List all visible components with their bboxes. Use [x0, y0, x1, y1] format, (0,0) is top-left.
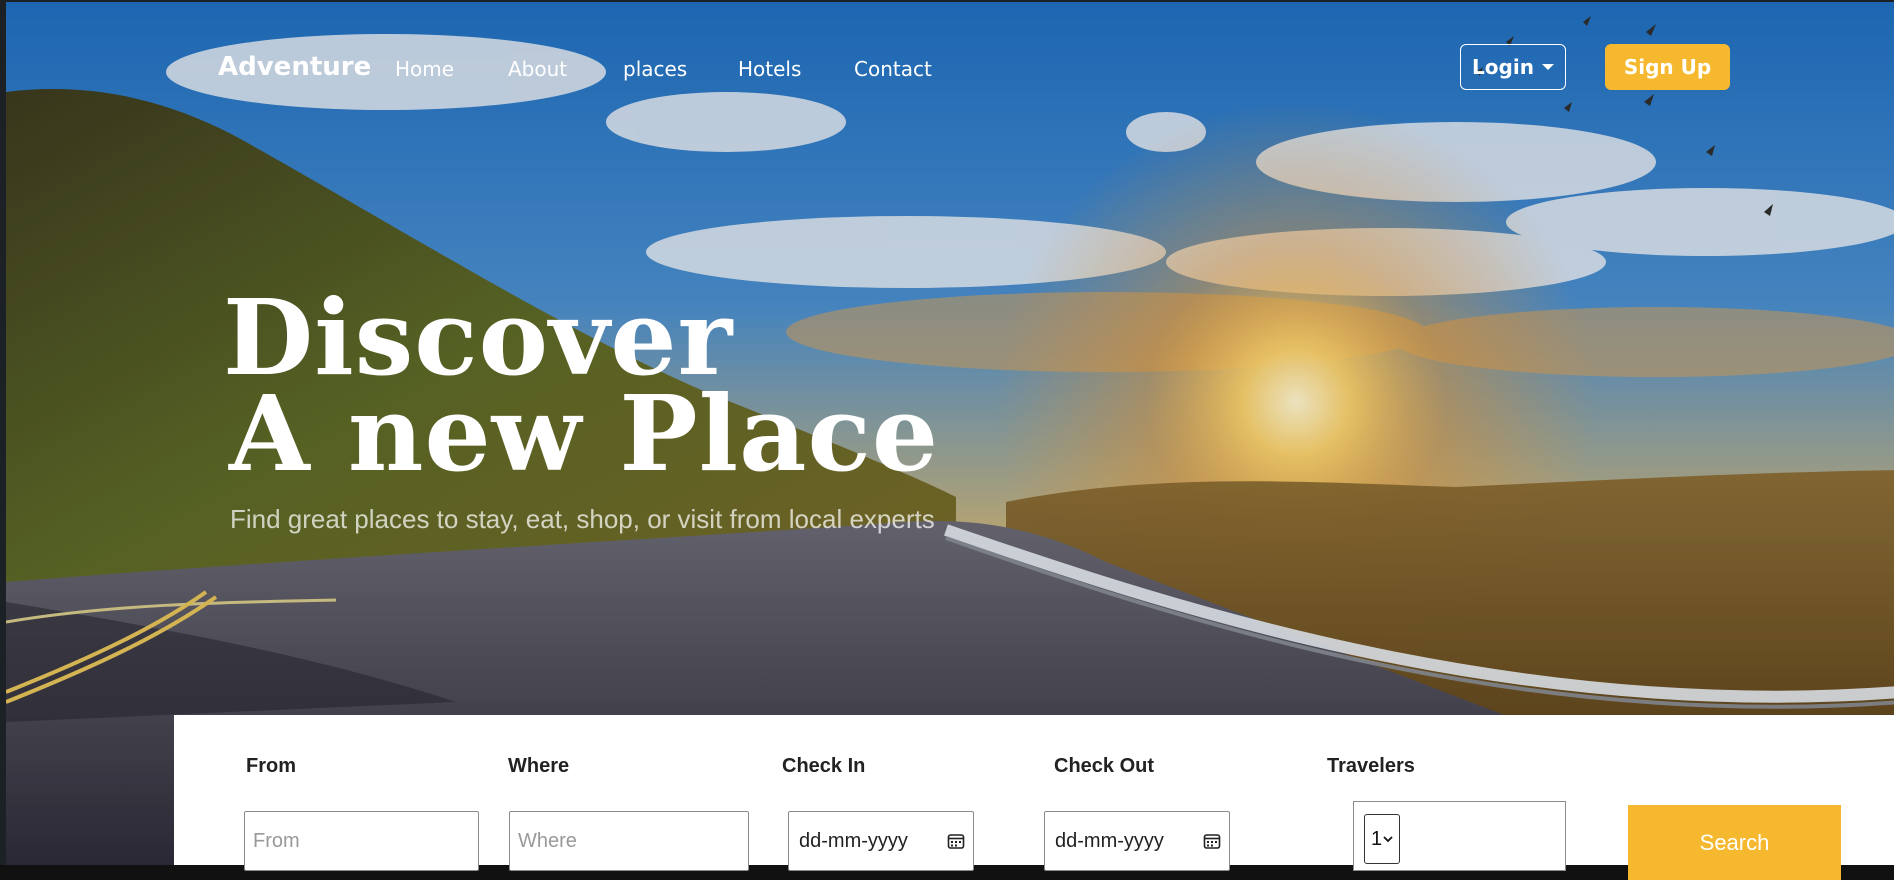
travelers-label: Travelers — [1327, 755, 1415, 777]
nav-home-link[interactable]: Home — [395, 57, 454, 81]
travelers-value: 1 — [1370, 827, 1383, 850]
search-button[interactable]: Search — [1628, 805, 1841, 880]
signup-button[interactable]: Sign Up — [1605, 44, 1730, 90]
calendar-icon[interactable] — [947, 832, 965, 850]
checkout-date-input[interactable]: dd-mm-yyyy — [1044, 811, 1230, 871]
checkin-value: dd-mm-yyyy — [799, 829, 908, 852]
nav-contact-link[interactable]: Contact — [854, 57, 932, 81]
nav-hotels-link[interactable]: Hotels — [738, 57, 801, 81]
hero-title-line2: A new Place — [229, 372, 940, 495]
where-label: Where — [508, 755, 570, 777]
brand-logo[interactable]: Adventure — [218, 52, 371, 82]
hero-title: Discover A new Place — [223, 286, 940, 495]
caret-down-icon — [1541, 64, 1554, 70]
checkin-label: Check In — [782, 755, 866, 777]
travelers-select[interactable]: 1 — [1364, 814, 1400, 864]
login-dropdown-button[interactable]: Login — [1460, 44, 1566, 90]
from-input[interactable]: From — [244, 811, 479, 871]
checkout-value: dd-mm-yyyy — [1055, 829, 1164, 852]
from-label: From — [246, 755, 296, 777]
calendar-icon[interactable] — [1203, 832, 1221, 850]
where-input[interactable]: Where — [509, 811, 749, 871]
travelers-field: 1 — [1353, 801, 1566, 871]
chevron-down-icon — [1383, 836, 1393, 843]
checkin-date-input[interactable]: dd-mm-yyyy — [788, 811, 974, 871]
search-panel: From From Where Where Check In dd-mm-yyy… — [174, 715, 1894, 880]
login-label: Login — [1472, 55, 1534, 79]
nav-places-link[interactable]: places — [623, 57, 687, 81]
hero-subtitle: Find great places to stay, eat, shop, or… — [230, 504, 935, 534]
nav-about-link[interactable]: About — [508, 57, 567, 81]
checkout-label: Check Out — [1054, 755, 1155, 777]
